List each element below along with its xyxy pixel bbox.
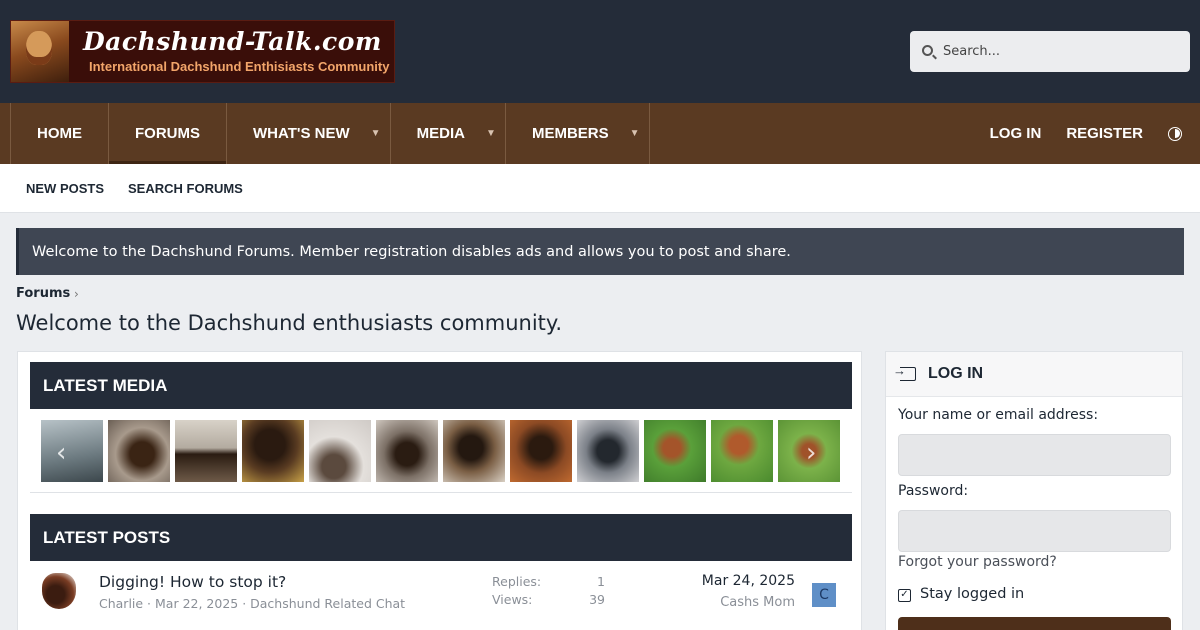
nav-tab-label: FORUMS: [135, 125, 200, 142]
breadcrumb[interactable]: Forums: [16, 286, 70, 301]
register-link[interactable]: REGISTER: [1066, 125, 1143, 142]
media-thumbnail[interactable]: [108, 420, 170, 482]
forgot-password-link[interactable]: Forgot your password?: [898, 554, 1057, 570]
theme-toggle-icon[interactable]: [1168, 126, 1182, 141]
search-forums-link[interactable]: SEARCH FORUMS: [128, 181, 243, 196]
nav-tab-members[interactable]: MEMBERS ▼: [506, 103, 650, 164]
media-thumbnail[interactable]: [510, 420, 572, 482]
nav-tab-label: HOME: [37, 125, 82, 142]
site-header: Dachshund-Talk.com International Dachshu…: [0, 0, 1200, 103]
media-thumbnail[interactable]: [175, 420, 237, 482]
views-count: 39: [589, 592, 605, 607]
stay-logged-in-label[interactable]: Stay logged in: [920, 586, 1024, 602]
nav-tab-media[interactable]: MEDIA ▼: [391, 103, 506, 164]
chevron-down-icon[interactable]: ▼: [362, 103, 390, 164]
search-icon: [922, 45, 933, 56]
password-label: Password:: [898, 483, 969, 499]
nav-tab-label: MEMBERS: [531, 125, 609, 142]
post-title[interactable]: Digging! How to stop it?: [99, 573, 286, 591]
login-panel-title: LOG IN: [928, 365, 984, 382]
chevron-down-icon[interactable]: ▼: [477, 103, 505, 164]
post-row: Digging! How to stop it? Charlie · Mar 2…: [30, 561, 852, 627]
new-posts-link[interactable]: NEW POSTS: [26, 181, 104, 196]
media-thumbnail[interactable]: [577, 420, 639, 482]
media-thumbnail[interactable]: [41, 420, 103, 482]
login-panel-header: LOG IN: [886, 352, 1182, 397]
post-meta[interactable]: Charlie · Mar 22, 2025 · Dachshund Relat…: [99, 596, 405, 611]
main-nav: HOME FORUMS WHAT'S NEW ▼ MEDIA ▼ MEMBERS…: [0, 103, 1200, 164]
login-icon: [893, 363, 916, 381]
media-thumbnail[interactable]: [376, 420, 438, 482]
search-box[interactable]: [910, 31, 1190, 72]
password-field[interactable]: [898, 510, 1171, 552]
chevron-left-icon[interactable]: ‹: [56, 438, 66, 468]
name-field[interactable]: [898, 434, 1171, 476]
sub-nav: NEW POSTS SEARCH FORUMS: [0, 164, 1200, 213]
login-button[interactable]: [898, 617, 1171, 630]
logo-title: Dachshund-Talk.com: [83, 27, 382, 56]
chevron-right-icon[interactable]: ›: [806, 438, 816, 468]
page-title: Welcome to the Dachshund enthusiasts com…: [16, 311, 563, 335]
media-thumbnail[interactable]: [644, 420, 706, 482]
login-link[interactable]: LOG IN: [990, 125, 1042, 142]
nav-tab-whats-new[interactable]: WHAT'S NEW ▼: [227, 103, 391, 164]
media-carousel: ‹ ›: [41, 420, 841, 482]
chevron-down-icon[interactable]: ▼: [621, 103, 649, 164]
latest-media-heading[interactable]: LATEST MEDIA: [30, 362, 852, 409]
login-panel: LOG IN Your name or email address: Passw…: [885, 351, 1183, 630]
nav-tab-home[interactable]: HOME: [10, 103, 109, 164]
nav-tab-forums[interactable]: FORUMS: [109, 103, 227, 164]
site-logo[interactable]: Dachshund-Talk.com International Dachshu…: [10, 20, 395, 83]
last-post-date[interactable]: Mar 24, 2025: [702, 573, 795, 589]
media-thumbnail[interactable]: [711, 420, 773, 482]
last-post-user[interactable]: Cashs Mom: [720, 595, 795, 610]
avatar[interactable]: C: [812, 583, 836, 607]
replies-count: 1: [597, 574, 605, 589]
chevron-right-icon: ›: [74, 287, 79, 301]
nav-tab-label: MEDIA: [416, 125, 465, 142]
replies-label: Replies:: [492, 574, 542, 589]
logo-subtitle: International Dachshund Enthisiasts Comm…: [89, 59, 390, 74]
welcome-notice: Welcome to the Dachshund Forums. Member …: [16, 228, 1184, 275]
media-thumbnail[interactable]: [309, 420, 371, 482]
dachshund-logo-image: [11, 21, 69, 82]
avatar[interactable]: [42, 573, 76, 609]
main-column: LATEST MEDIA ‹ › LATEST POSTS Digging! H…: [17, 351, 862, 630]
divider: [30, 492, 852, 493]
media-thumbnail[interactable]: [242, 420, 304, 482]
views-label: Views:: [492, 592, 533, 607]
stay-logged-in-checkbox[interactable]: ✓: [898, 589, 911, 602]
media-thumbnail[interactable]: [443, 420, 505, 482]
nav-tab-label: WHAT'S NEW: [253, 125, 350, 142]
latest-posts-heading[interactable]: LATEST POSTS: [30, 514, 852, 561]
name-label: Your name or email address:: [898, 407, 1099, 423]
search-input[interactable]: [943, 31, 1183, 72]
